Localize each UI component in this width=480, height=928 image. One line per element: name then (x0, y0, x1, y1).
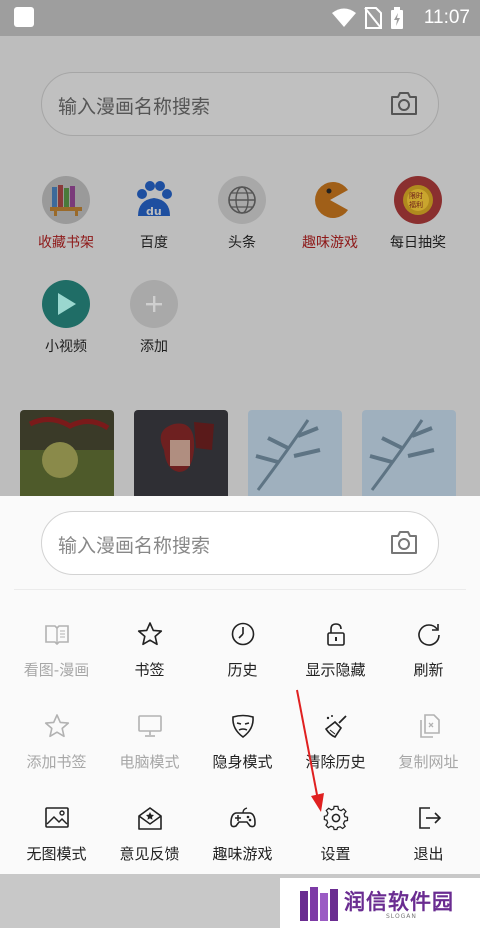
menu-item-label: 意见反馈 (119, 845, 180, 863)
menu-item-copy-url[interactable]: 复制网址 (382, 700, 475, 792)
battery-icon (391, 7, 403, 29)
app-label: 添加 (140, 339, 168, 355)
app-label: 小视频 (45, 339, 87, 355)
menu-item-label: 设置 (320, 845, 351, 863)
play-icon (42, 280, 90, 328)
menu-item-label: 复制网址 (398, 753, 459, 771)
wifi-icon (332, 8, 356, 27)
menu-item-label: 添加书签 (26, 753, 87, 771)
no-sim-icon (364, 7, 382, 29)
app-label: 百度 (140, 235, 168, 251)
monitor-icon (136, 712, 164, 740)
pacman-icon (306, 176, 354, 224)
book-icon (43, 620, 71, 648)
plus-icon (130, 280, 178, 328)
app-lottery: 限时 福利 每日抽奖 (374, 176, 462, 264)
menu-item-history[interactable]: 历史 (196, 608, 289, 700)
clock-icon (229, 620, 257, 648)
quick-apps-grid: 收藏书架 du 百度 头条 趣味游戏 限时 福利 每日抽奖 小视频 添加 (22, 176, 462, 368)
menu-item-feedback[interactable]: 意见反馈 (103, 792, 196, 884)
menu-item-exit[interactable]: 退出 (382, 792, 475, 884)
menu-item-label: 刷新 (413, 661, 444, 679)
background-search-bar: 输入漫画名称搜索 (41, 72, 439, 136)
status-time: 11:07 (423, 7, 470, 28)
menu-sheet: 输入漫画名称搜索 看图-漫画 书签 历史 显示隐藏 刷新 添加书签 电脑模式 隐… (0, 496, 480, 874)
comic-cover-image (20, 410, 114, 500)
exit-icon (415, 804, 443, 832)
star-outline-icon (43, 712, 71, 740)
menu-item-label: 历史 (227, 661, 258, 679)
globe-icon (218, 176, 266, 224)
app-baidu: du 百度 (110, 176, 198, 264)
app-short-video: 小视频 (22, 280, 110, 368)
app-toutiao: 头条 (198, 176, 286, 264)
background-page: 输入漫画名称搜索 收藏书架 du 百度 头条 趣味游戏 限时 福利 每日抽奖 小… (0, 36, 480, 500)
menu-item-incognito[interactable]: 隐身模式 (196, 700, 289, 792)
watermark: 润信软件园 SLOGAN (280, 878, 480, 928)
comic-covers (20, 410, 456, 500)
image-icon (43, 804, 71, 832)
app-label: 收藏书架 (38, 235, 94, 251)
app-add: 添加 (110, 280, 198, 368)
search-placeholder: 输入漫画名称搜索 (58, 96, 211, 118)
search-bar[interactable]: 输入漫画名称搜索 (41, 511, 439, 575)
menu-grid: 看图-漫画 书签 历史 显示隐藏 刷新 添加书签 电脑模式 隐身模式 清除历史 … (10, 608, 475, 884)
comic-cover-image (134, 410, 228, 500)
menu-item-label: 看图-漫画 (23, 661, 90, 679)
copy-icon (415, 712, 443, 740)
lottery-icon: 限时 福利 (394, 176, 442, 224)
app-label: 趣味游戏 (302, 235, 358, 251)
bookshelf-icon (42, 176, 90, 224)
menu-item-label: 书签 (134, 661, 165, 679)
app-label: 每日抽奖 (390, 235, 446, 251)
star-icon (136, 620, 164, 648)
menu-item-bookmarks[interactable]: 书签 (103, 608, 196, 700)
menu-item-refresh[interactable]: 刷新 (382, 608, 475, 700)
watermark-brand: 润信软件园 (344, 890, 454, 914)
menu-item-add-bookmark[interactable]: 添加书签 (10, 700, 103, 792)
baidu-icon: du (130, 176, 178, 224)
camera-icon[interactable] (390, 529, 418, 555)
svg-text:限时: 限时 (409, 191, 423, 200)
mask-icon (229, 712, 257, 740)
lock-icon (322, 620, 350, 648)
menu-item-label: 隐身模式 (212, 753, 273, 771)
gamepad-icon (229, 804, 257, 832)
menu-item-view-comic[interactable]: 看图-漫画 (10, 608, 103, 700)
svg-text:福利: 福利 (409, 200, 423, 209)
watermark-slogan: SLOGAN (386, 913, 417, 920)
menu-item-label: 无图模式 (26, 845, 87, 863)
brand-logo-icon (300, 887, 338, 921)
menu-item-show-hidden[interactable]: 显示隐藏 (289, 608, 382, 700)
menu-item-desktop-mode[interactable]: 电脑模式 (103, 700, 196, 792)
menu-item-fun-games[interactable]: 趣味游戏 (196, 792, 289, 884)
menu-item-label: 退出 (413, 845, 444, 863)
app-bookshelf: 收藏书架 (22, 176, 110, 264)
app-games: 趣味游戏 (286, 176, 374, 264)
status-bar: 11:07 (0, 0, 480, 36)
search-input[interactable]: 输入漫画名称搜索 (58, 531, 210, 558)
menu-item-no-image-mode[interactable]: 无图模式 (10, 792, 103, 884)
menu-item-label: 电脑模式 (119, 753, 180, 771)
annotation-arrow (296, 689, 324, 812)
svg-text:du: du (146, 205, 162, 218)
comic-cover-image (362, 410, 456, 500)
feedback-icon (136, 804, 164, 832)
divider (14, 589, 466, 590)
menu-item-label: 趣味游戏 (212, 845, 273, 863)
refresh-icon (415, 620, 443, 648)
menu-item-label: 显示隐藏 (305, 661, 366, 679)
camera-icon (391, 92, 417, 115)
app-notification-icon (14, 7, 34, 27)
comic-cover-image (248, 410, 342, 500)
app-label: 头条 (228, 235, 256, 251)
